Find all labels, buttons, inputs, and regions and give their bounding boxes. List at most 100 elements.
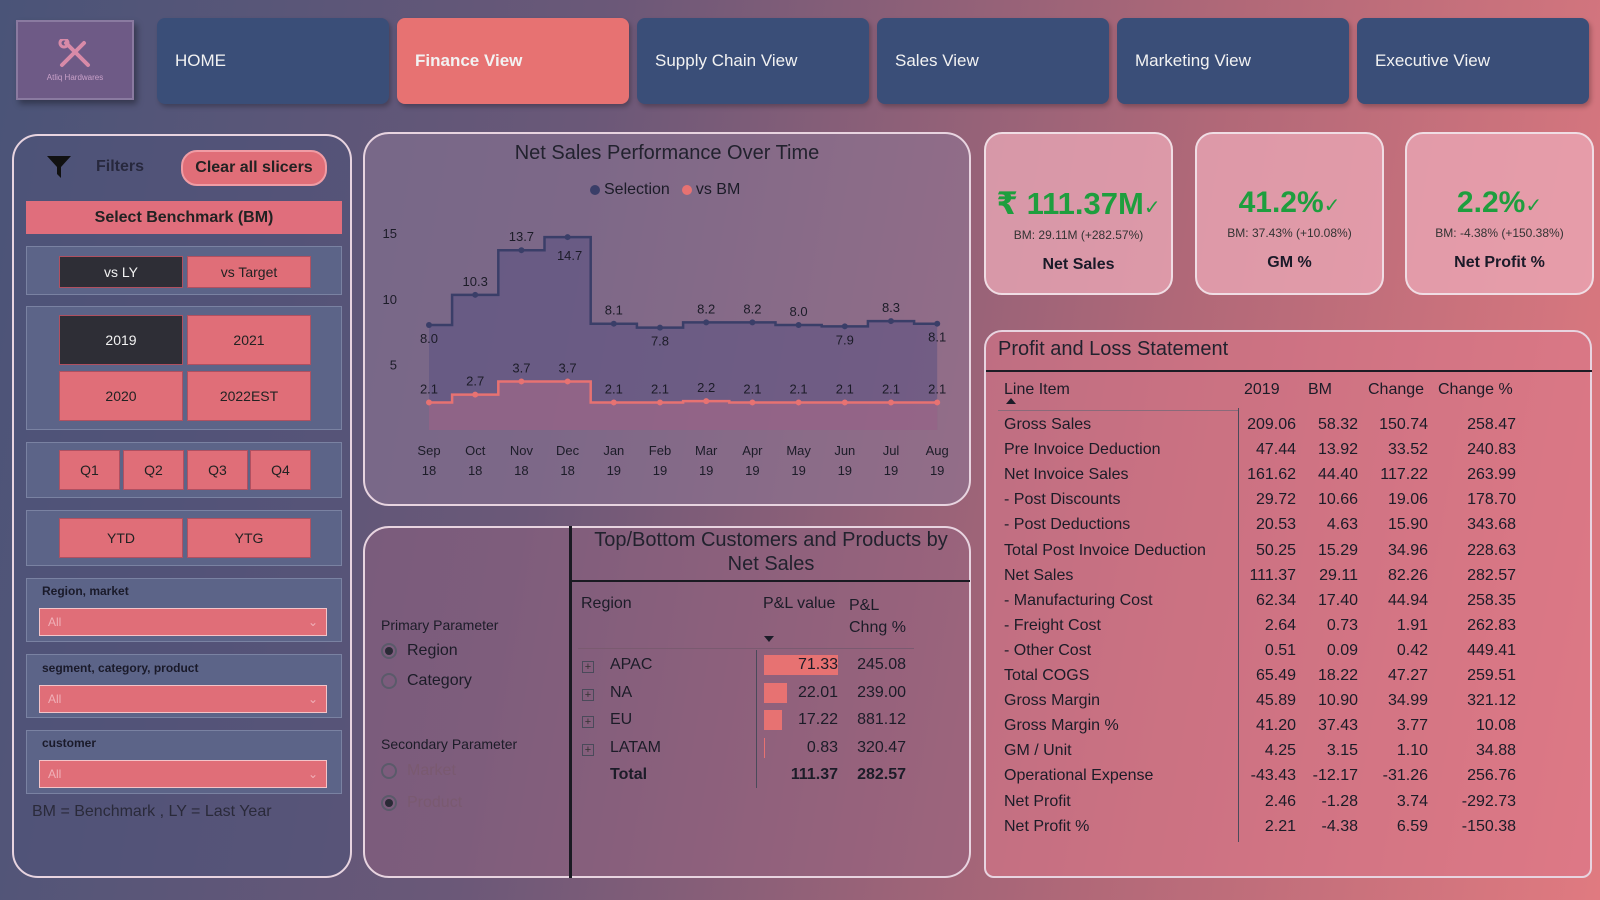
pl-value: 1.10	[1396, 742, 1428, 760]
pl-header-change[interactable]: Change	[1368, 381, 1424, 399]
selection-data-label: 10.3	[463, 274, 488, 289]
pl-value: 111.37	[1249, 566, 1296, 584]
tb-header-divider	[578, 648, 914, 649]
pl-value: 6.59	[1396, 817, 1428, 835]
tb-row-value: 0.83	[806, 738, 838, 756]
bm-data-label: 2.1	[790, 381, 808, 396]
pl-value: 58.32	[1317, 416, 1358, 433]
pl-value: 228.63	[1467, 541, 1516, 559]
tb-header-pl-chng-line2: Chng %	[849, 619, 906, 636]
pl-header-bm[interactable]: BM	[1308, 381, 1332, 399]
selection-point	[564, 234, 571, 241]
pl-value: 209.06	[1247, 416, 1296, 433]
bm-point	[703, 398, 710, 405]
pl-value: 34.88	[1475, 742, 1516, 760]
expand-plus-icon[interactable]: +	[582, 716, 594, 728]
pl-value: 3.77	[1396, 717, 1428, 735]
pl-value: 1.91	[1396, 616, 1428, 634]
selection-data-label: 8.2	[743, 301, 761, 316]
tb-row-chng: 881.12	[857, 711, 906, 728]
pl-value: 240.83	[1467, 441, 1516, 459]
top-bottom-title-line2: Net Sales	[727, 553, 815, 575]
selection-data-label: 7.9	[836, 332, 854, 347]
tb-total-chng: 282.57	[857, 766, 906, 783]
company-logo: Atliq Hardwares	[16, 20, 134, 100]
radio-product[interactable]	[381, 795, 397, 811]
radio-region[interactable]	[381, 643, 397, 659]
tb-row[interactable]: + NA 22.01 239.00	[580, 682, 920, 708]
pl-value: 62.34	[1255, 591, 1296, 609]
selection-point	[657, 324, 663, 331]
pl-line-item: Gross Margin %	[1004, 717, 1119, 735]
radio-market[interactable]	[381, 763, 397, 779]
pl-value: 4.25	[1264, 742, 1296, 760]
pl-line-item: Net Invoice Sales	[1004, 466, 1129, 484]
nav-finance-view[interactable]: Finance View	[397, 18, 629, 104]
expand-plus-icon[interactable]: +	[582, 688, 594, 701]
radio-category[interactable]	[381, 673, 397, 689]
pl-line-item: Gross Margin	[1004, 692, 1101, 710]
pl-header-line-item[interactable]: Line Item	[1004, 381, 1070, 399]
benchmark-header: Select Benchmark (BM)	[26, 201, 342, 234]
pl-value: 0.42	[1396, 641, 1428, 659]
pl-value: 259.51	[1467, 667, 1516, 684]
top-bottom-title-line1: Top/Bottom Customers and Products by	[594, 529, 948, 551]
radio-category-label[interactable]: Category	[407, 672, 472, 690]
tb-row[interactable]: + LATAM 0.83 320.47	[580, 737, 920, 763]
nav-home[interactable]: HOME	[157, 18, 389, 104]
year-2020-button[interactable]: 2020	[59, 371, 183, 421]
pl-value: 44.40	[1317, 466, 1358, 484]
expand-plus-icon[interactable]: +	[582, 743, 594, 756]
pl-value: 2.21	[1264, 817, 1296, 835]
kpi-net-profit-bm: BM: -4.38% (+150.38%)	[1435, 226, 1564, 240]
pl-value: 161.62	[1247, 466, 1296, 484]
tb-header-pl-value[interactable]: P&L value	[763, 595, 835, 613]
radio-region-label[interactable]: Region	[407, 642, 458, 660]
clear-all-slicers-button[interactable]: Clear all slicers	[181, 150, 327, 186]
nav-supply-chain-view[interactable]: Supply Chain View	[637, 18, 869, 104]
nav-executive-view[interactable]: Executive View	[1357, 18, 1589, 104]
tb-row[interactable]: + EU 17.22 881.12	[580, 709, 920, 735]
legend-selection-label: Selection	[604, 181, 670, 198]
tb-header-region[interactable]: Region	[581, 595, 632, 613]
sort-desc-icon	[764, 636, 774, 642]
pl-line-item: - Post Discounts	[1004, 491, 1121, 509]
pl-title: Profit and Loss Statement	[998, 338, 1229, 360]
top-bottom-title: Top/Bottom Customers and Products by Net…	[572, 528, 970, 576]
top-bottom-title-divider	[572, 580, 970, 582]
year-2022est-button[interactable]: 2022EST	[187, 371, 311, 421]
tb-row[interactable]: + APAC 71.33 245.08	[580, 654, 920, 680]
year-2019-button[interactable]: 2019	[59, 315, 183, 365]
legend-bm-dot	[681, 185, 692, 195]
year-2021-button[interactable]: 2021	[187, 315, 311, 365]
bm-vs-ly-button[interactable]: vs LY	[59, 256, 183, 288]
radio-market-label[interactable]: Market	[407, 762, 456, 780]
bm-vs-target-button[interactable]: vs Target	[187, 256, 311, 288]
pl-line-item: Total Post Invoice Deduction	[1004, 541, 1206, 559]
bm-data-label: 2.1	[605, 381, 623, 396]
bm-point	[934, 399, 941, 406]
radio-product-label[interactable]: Product	[407, 794, 462, 812]
tb-header-pl-chng[interactable]: P&L Chng %	[849, 595, 906, 639]
pl-value: 258.35	[1467, 591, 1516, 609]
tb-row-name: LATAM	[610, 738, 661, 756]
sort-asc-icon	[1006, 398, 1016, 404]
pl-line-item: Total COGS	[1004, 667, 1090, 684]
nav-sales-view[interactable]: Sales View	[877, 18, 1109, 104]
pl-line-item: - Freight Cost	[1004, 616, 1101, 634]
bm-data-label: 2.7	[466, 374, 484, 389]
y-tick-label: 5	[390, 357, 397, 372]
selection-point	[841, 323, 848, 330]
pl-header-2019[interactable]: 2019	[1244, 381, 1280, 399]
selection-data-label: 8.0	[790, 304, 808, 319]
bm-point	[749, 399, 756, 406]
logo-text: Atliq Hardwares	[46, 72, 104, 82]
pl-value: 34.96	[1387, 541, 1428, 559]
tb-total-row: Total 111.37 282.57	[580, 764, 920, 790]
pl-header-change-pct[interactable]: Change %	[1438, 381, 1513, 399]
pl-value: 282.57	[1467, 566, 1516, 584]
expand-plus-icon[interactable]: +	[582, 661, 594, 673]
pl-line-item: Pre Invoice Deduction	[1004, 441, 1161, 459]
nav-marketing-view[interactable]: Marketing View	[1117, 18, 1349, 104]
selection-point	[749, 319, 756, 326]
